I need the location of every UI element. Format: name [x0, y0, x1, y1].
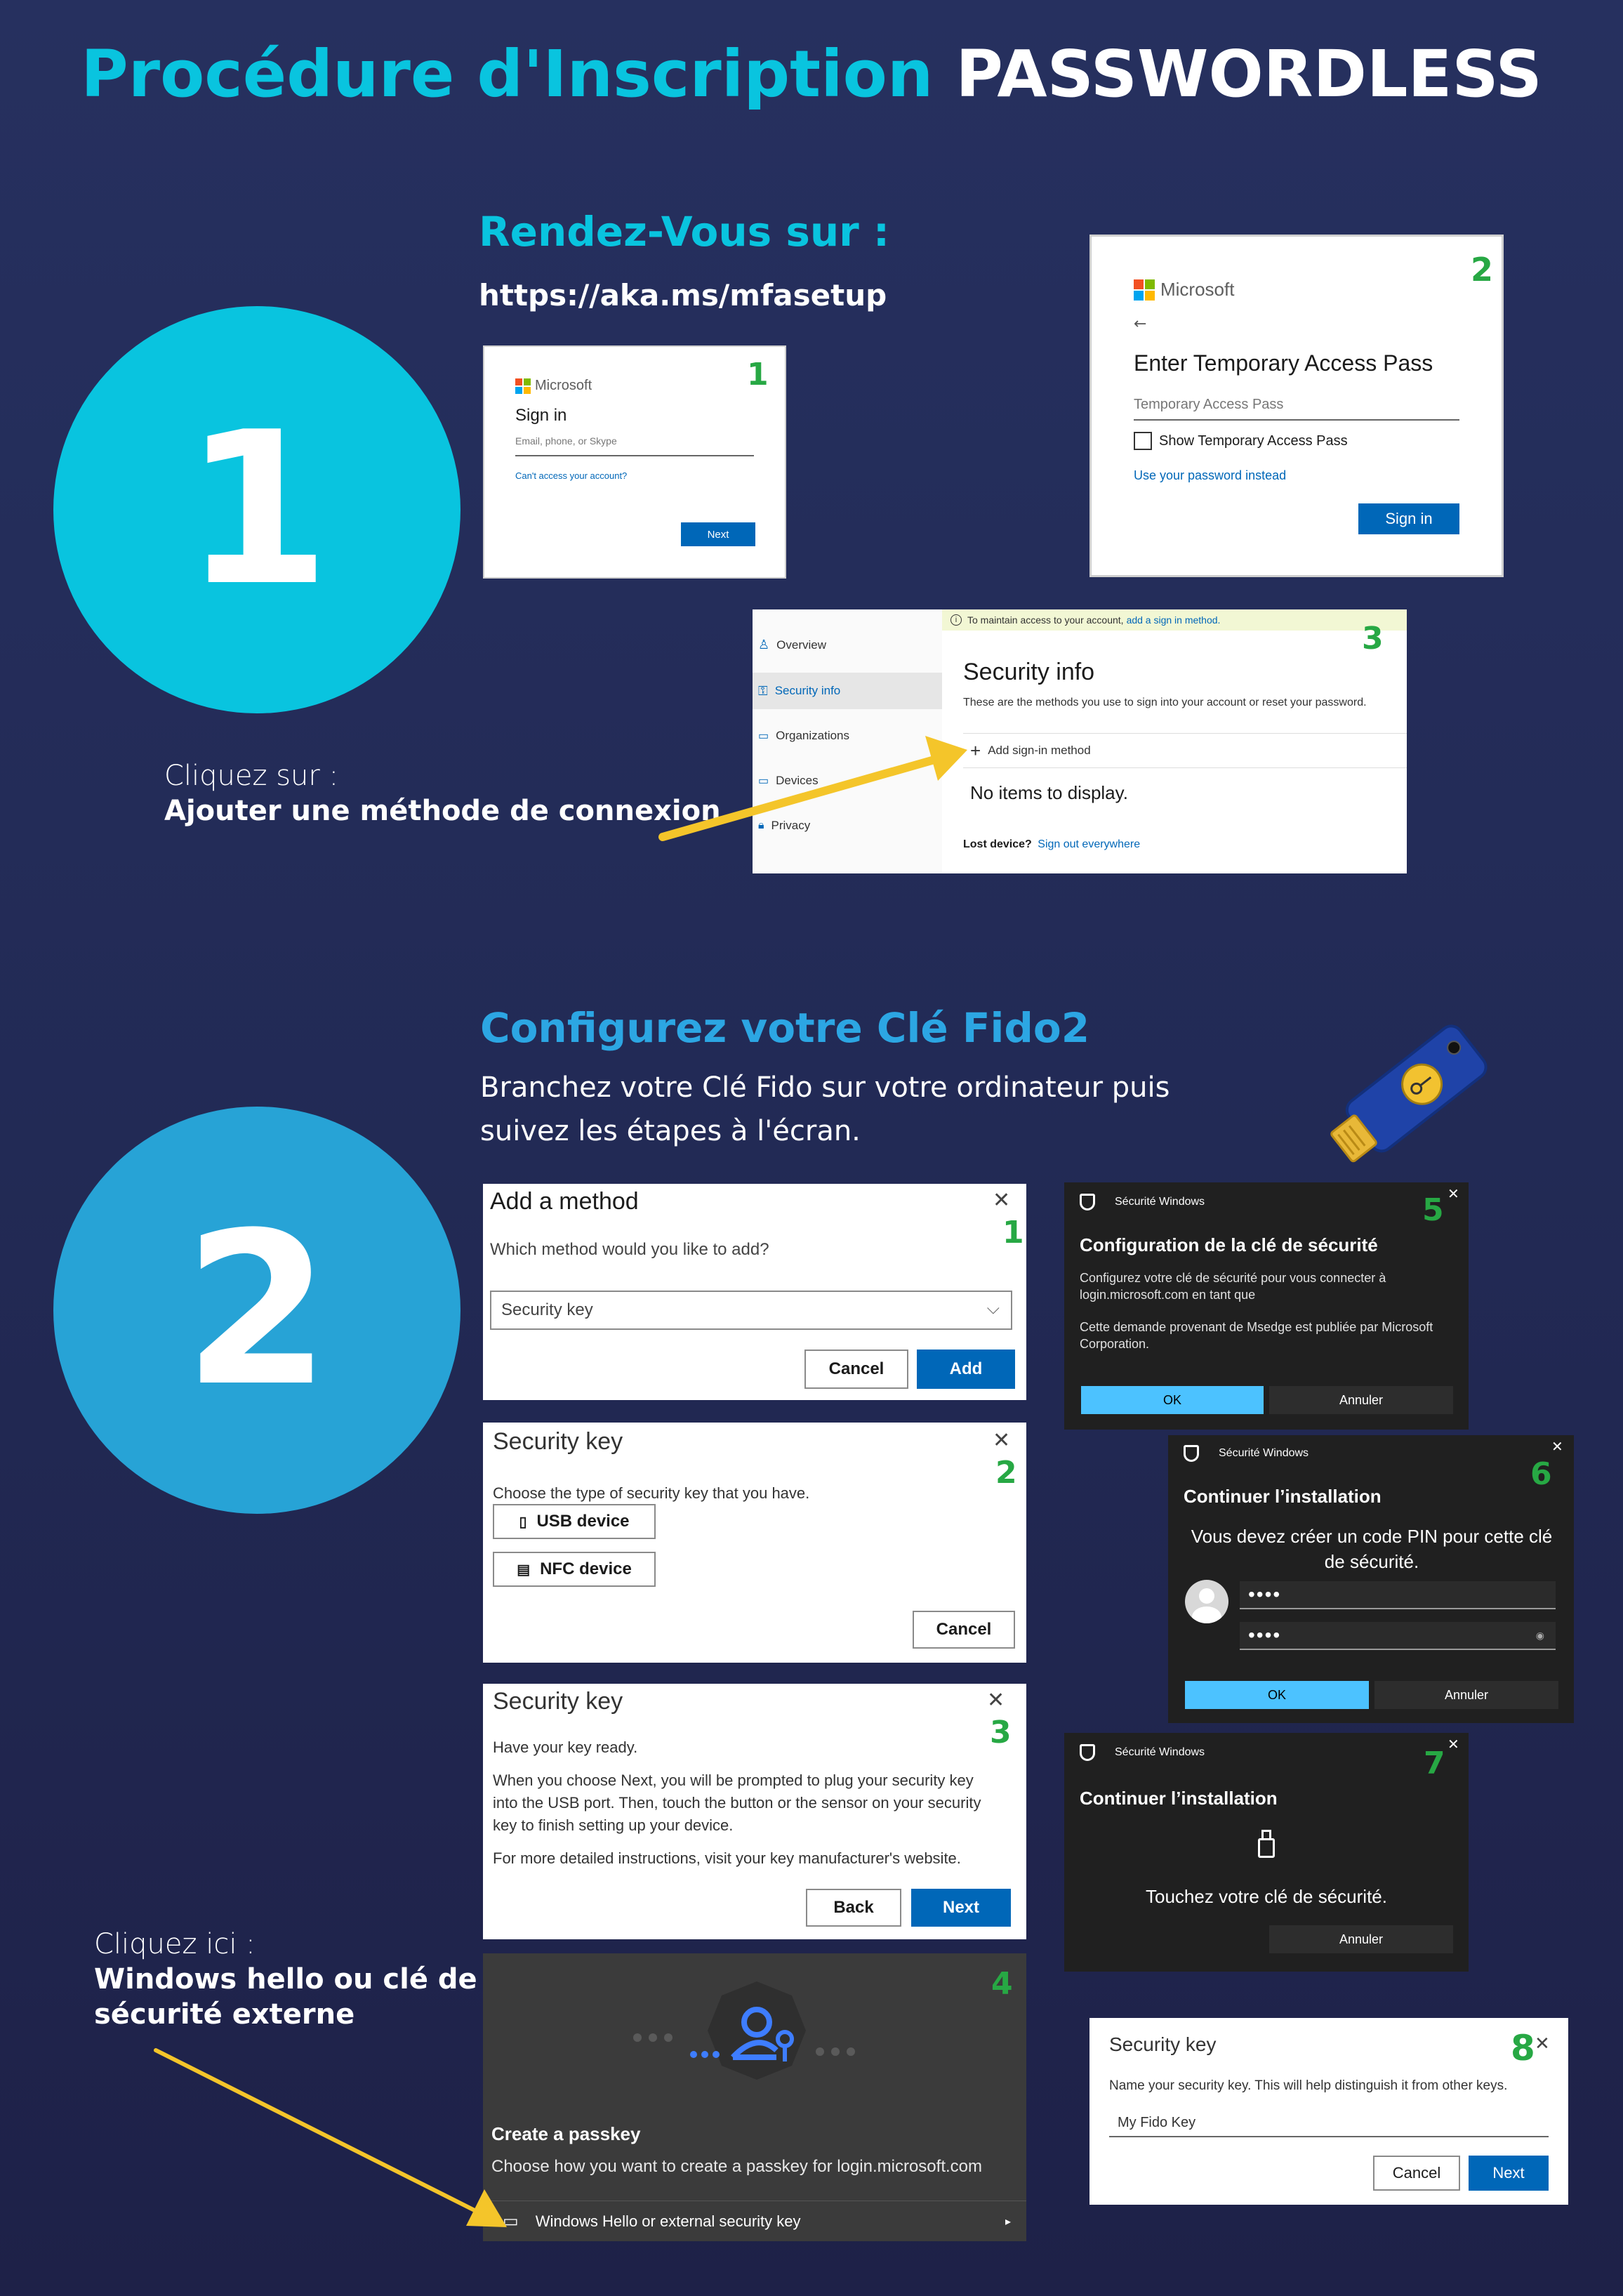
arrow-to-windows-hello [154, 2048, 507, 2227]
